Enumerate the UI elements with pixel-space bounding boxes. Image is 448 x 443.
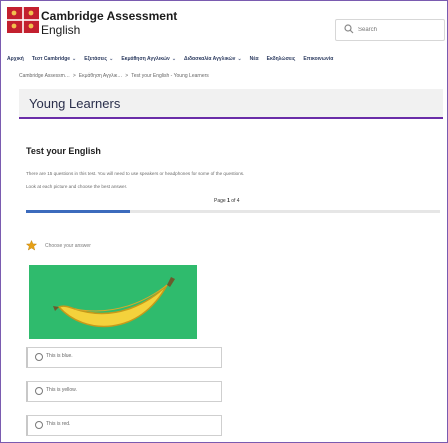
nav-label: Επικοινωνία [303, 56, 334, 62]
nav-item-exams[interactable]: Εξετάσεις ⌄ [84, 56, 113, 62]
answer-option-1[interactable]: This is blue. [26, 347, 222, 368]
nav-label: Αρχική [7, 56, 24, 62]
breadcrumb-link[interactable]: Εκμάθηση Αγγλικ… [79, 73, 123, 79]
question-prompt: Choose your answer [26, 240, 91, 251]
page-indicator-prefix: Page [214, 198, 228, 204]
nav-label: Εξετάσεις [84, 56, 108, 62]
answer-label: This is red. [46, 421, 71, 427]
breadcrumb-separator: > [72, 73, 76, 79]
answer-option-2[interactable]: This is yellow. [26, 381, 222, 402]
chevron-down-icon: ⌄ [72, 56, 77, 62]
nav-item-teaching-english[interactable]: Διδασκαλία Αγγλικών ⌄ [184, 56, 242, 62]
breadcrumb-current: Test your English - Young Learners [131, 73, 209, 79]
nav-label: Νέα [249, 56, 259, 62]
page-title-band: Young Learners [19, 89, 443, 119]
nav-item-cambridge-tests[interactable]: Τεστ Cambridge ⌄ [32, 56, 76, 62]
progress-fill [26, 210, 130, 213]
radio-button[interactable] [35, 387, 43, 395]
site-header: Cambridge Assessment English [1, 1, 447, 41]
star-icon [26, 240, 37, 251]
breadcrumb-link[interactable]: Cambridge Assessm… [19, 73, 70, 79]
page-indicator: Page 1 of 4 [214, 198, 240, 204]
main-nav: Αρχική Τεστ Cambridge ⌄ Εξετάσεις ⌄ Εκμάθη… [1, 51, 447, 67]
nav-item-home[interactable]: Αρχική [7, 56, 24, 62]
search-icon[interactable] [344, 24, 354, 34]
answer-option-3[interactable]: This is red. [26, 415, 222, 436]
chevron-down-icon: ⌄ [109, 56, 114, 62]
nav-label: Τεστ Cambridge [31, 56, 71, 62]
progress-bar [26, 210, 440, 213]
breadcrumb-separator: > [125, 73, 129, 79]
brand-name: Cambridge Assessment [41, 9, 178, 23]
nav-label: Εκμάθηση Αγγλικών [121, 56, 170, 62]
nav-item-news[interactable]: Νέα [250, 56, 259, 62]
nav-item-learning-english[interactable]: Εκμάθηση Αγγλικών ⌄ [121, 56, 176, 62]
nav-label: Εκδηλώσεις [266, 56, 296, 62]
answer-label: This is blue. [46, 353, 73, 359]
page-title: Young Learners [29, 96, 121, 111]
page-frame: Cambridge Assessment English Αρχική Τεστ… [0, 0, 448, 443]
chevron-down-icon: ⌄ [237, 56, 242, 62]
breadcrumb: Cambridge Assessm… > Εκμάθηση Αγγλικ… > … [19, 73, 209, 79]
nav-item-contact[interactable]: Επικοινωνία [303, 56, 333, 62]
nav-label: Διδασκαλία Αγγλικών [184, 56, 236, 62]
quiz-instruction: Look at each picture and choose the best… [26, 184, 128, 189]
banana-image [53, 277, 175, 328]
chevron-down-icon: ⌄ [171, 56, 177, 62]
cambridge-logo[interactable] [7, 7, 39, 33]
radio-button[interactable] [35, 353, 43, 361]
prompt-text: Choose your answer [45, 242, 91, 249]
answer-label: This is yellow. [46, 387, 77, 393]
question-image [29, 265, 197, 339]
nav-item-events[interactable]: Εκδηλώσεις [267, 56, 296, 62]
page-indicator-suffix: of 4 [229, 198, 240, 204]
search-box[interactable] [335, 19, 445, 41]
brand-subname: English [41, 23, 81, 37]
quiz-intro: There are 15 questions in this test. You… [26, 171, 245, 176]
search-input[interactable] [356, 22, 440, 38]
radio-button[interactable] [35, 421, 43, 429]
quiz-title: Test your English [26, 146, 101, 156]
